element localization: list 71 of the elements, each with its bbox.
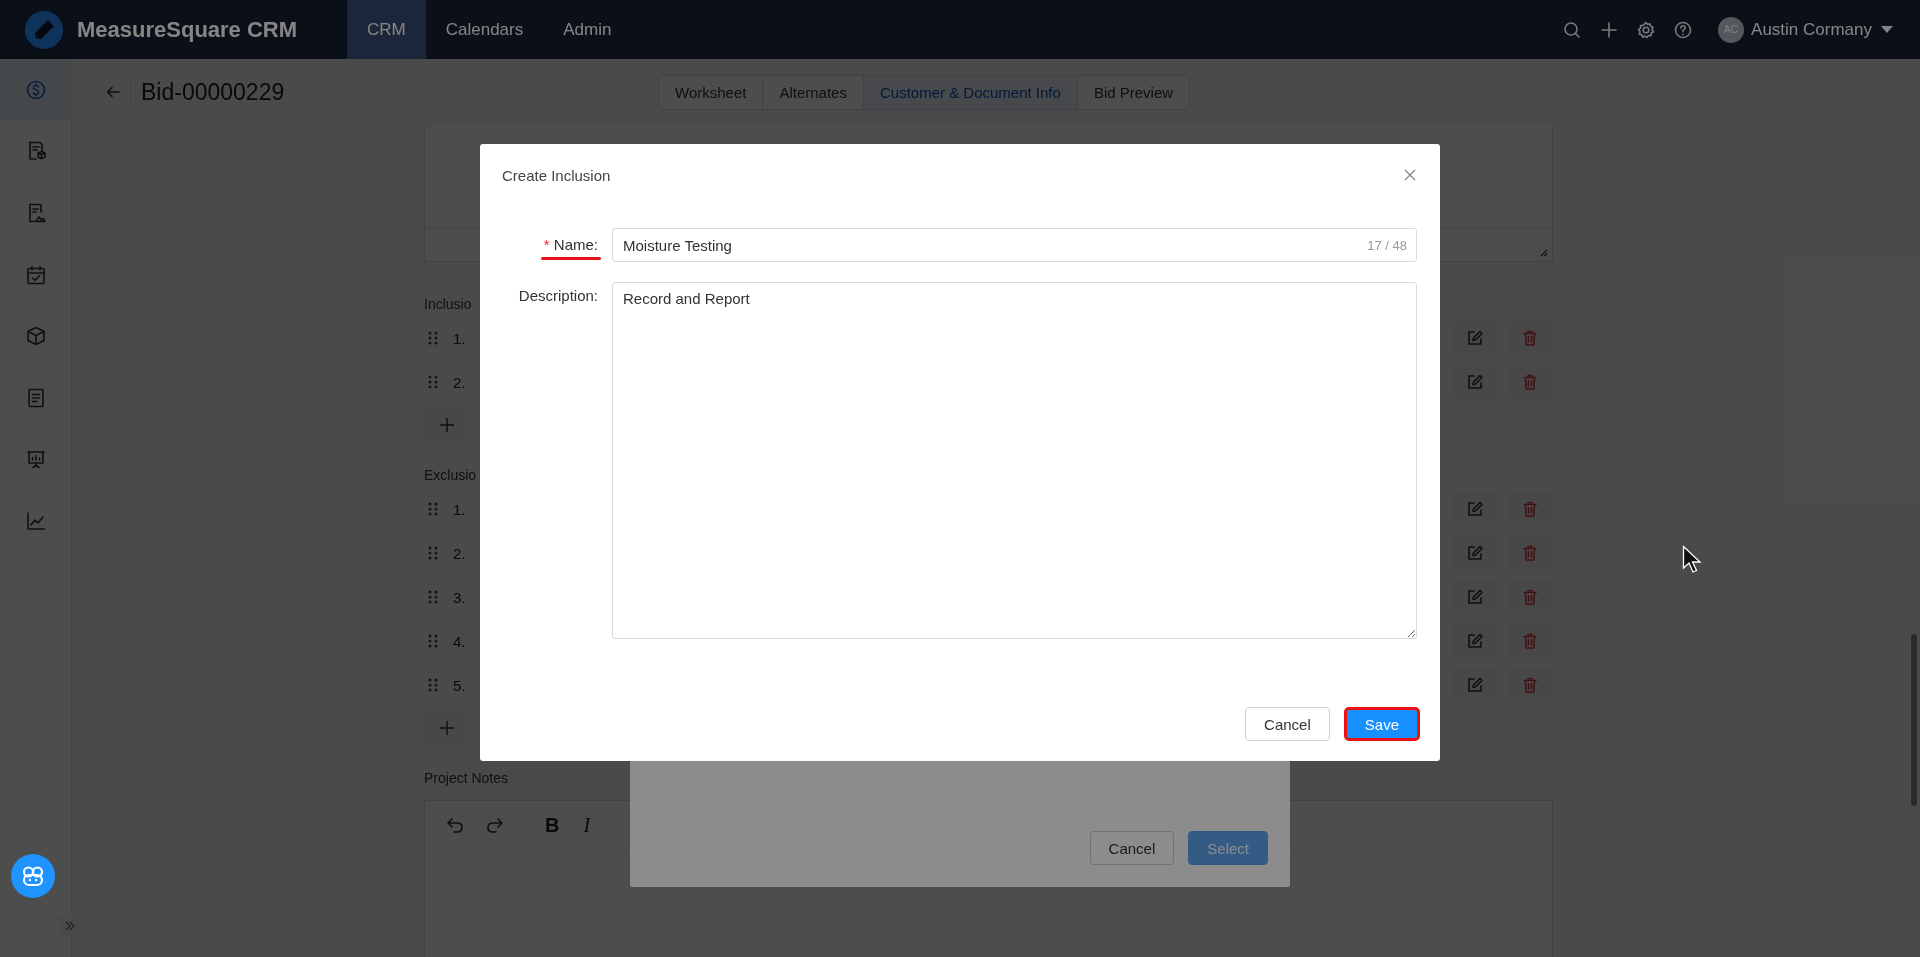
trash-icon (1521, 588, 1539, 606)
caret-icon[interactable] (1881, 25, 1893, 34)
logo-icon (25, 10, 63, 49)
edit-icon (1466, 544, 1484, 562)
dollar-icon (24, 78, 47, 101)
cancel-button[interactable]: Cancel (1245, 707, 1330, 741)
double-chevron-icon (64, 920, 76, 932)
plus-icon (439, 720, 455, 736)
item-number: 1. (453, 500, 466, 518)
sidebar-item[interactable] (0, 59, 71, 121)
section-heading: Project Notes (424, 769, 509, 788)
line-chart-icon (24, 509, 47, 532)
drag-handle-icon[interactable] (428, 590, 438, 604)
italic-button[interactable]: I (579, 813, 595, 837)
edit-icon (1466, 676, 1484, 694)
cancel-button[interactable]: Cancel (1089, 831, 1175, 865)
save-button[interactable]: Save (1343, 707, 1420, 741)
trash-icon (1521, 500, 1539, 518)
trash-icon (1521, 632, 1539, 650)
search-icon[interactable] (1563, 20, 1582, 39)
character-counter: 17 / 48 (1367, 238, 1407, 253)
item-number: 2. (453, 373, 466, 391)
trash-icon (1521, 544, 1539, 562)
help-icon[interactable] (1674, 20, 1693, 39)
description-field[interactable]: Record and Report (612, 282, 1417, 639)
page-title: Bid-00000229 (141, 78, 285, 106)
section-heading: Exclusio (424, 466, 477, 485)
calendar-icon (24, 263, 47, 286)
bold-button[interactable]: B (541, 813, 564, 837)
nav-tab[interactable]: CRM (347, 0, 426, 59)
item-number: 1. (453, 329, 466, 347)
item-number: 4. (453, 632, 466, 650)
user-name[interactable]: Austin Cormany (1751, 19, 1872, 40)
undo-icon[interactable] (445, 815, 465, 835)
mouse-cursor-icon (1682, 545, 1702, 575)
trash-icon (1521, 373, 1539, 391)
back-arrow-icon[interactable] (106, 86, 120, 98)
presentation-icon (24, 448, 47, 471)
edit-icon (1466, 500, 1484, 518)
section-heading: Inclusio (424, 295, 472, 314)
edit-icon (1466, 632, 1484, 650)
edit-icon (1466, 329, 1484, 347)
drag-handle-icon[interactable] (428, 331, 438, 345)
drag-handle-icon[interactable] (428, 634, 438, 648)
redo-icon[interactable] (485, 815, 505, 835)
item-number: 2. (453, 544, 466, 562)
tab[interactable]: Customer & Document Info (863, 75, 1078, 109)
drag-handle-icon[interactable] (428, 546, 438, 560)
settings-icon[interactable] (1637, 20, 1656, 39)
edit-icon (1466, 373, 1484, 391)
field-label: Description: (518, 286, 598, 306)
plus-icon (439, 417, 455, 433)
drag-handle-icon[interactable] (428, 502, 438, 516)
trash-icon (1521, 329, 1539, 347)
app-title: MeasureSquare CRM (77, 16, 299, 43)
drag-handle-icon[interactable] (428, 375, 438, 389)
robot-icon (20, 863, 46, 889)
field-label: * Name: (543, 228, 598, 262)
item-number: 3. (453, 588, 466, 606)
dialog-title: Create Inclusion (502, 166, 611, 184)
edit-icon (1466, 588, 1484, 606)
scrollbar[interactable] (1911, 634, 1917, 806)
cube-icon (24, 325, 47, 348)
item-number: 5. (453, 676, 466, 694)
tab[interactable]: Worksheet (659, 75, 764, 109)
plus-icon[interactable] (1600, 20, 1619, 39)
drag-handle-icon[interactable] (428, 678, 438, 692)
resize-handle-icon[interactable] (1538, 247, 1548, 257)
close-icon[interactable] (1403, 168, 1417, 182)
trash-icon (1521, 676, 1539, 694)
nav-tab[interactable]: Admin (543, 0, 632, 59)
